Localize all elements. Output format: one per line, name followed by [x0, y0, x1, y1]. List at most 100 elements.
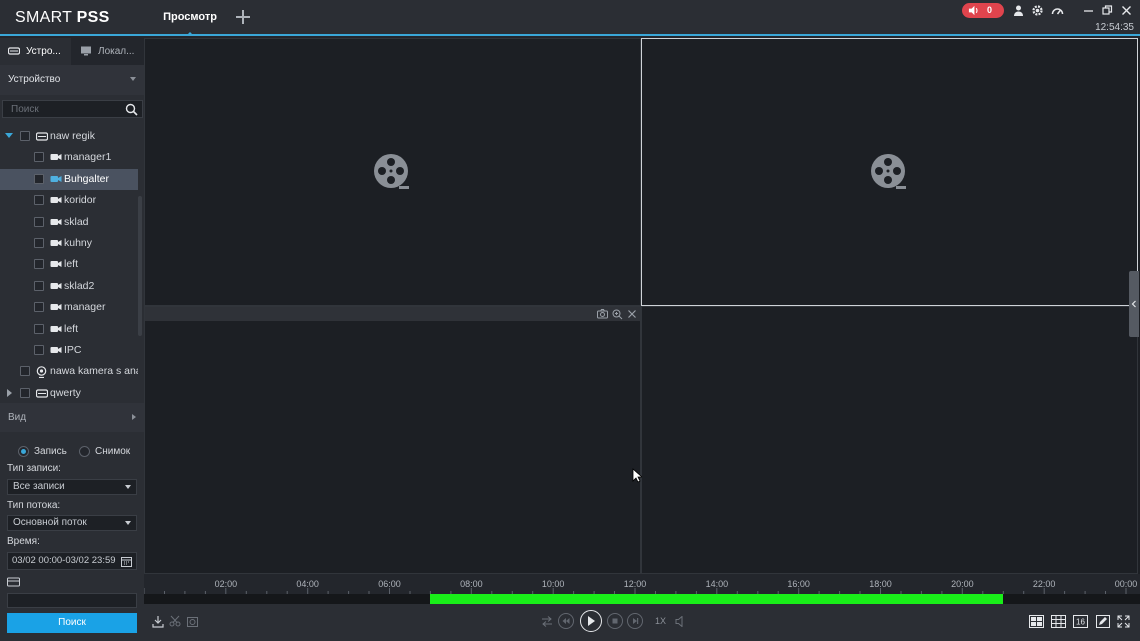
tab-preview[interactable]: Просмотр: [150, 0, 230, 36]
tree-channel[interactable]: manager: [0, 297, 138, 318]
tab-preview-label: Просмотр: [163, 11, 217, 23]
expand-arrow-icon[interactable]: [7, 388, 12, 397]
speedometer-icon[interactable]: [1051, 4, 1064, 17]
crop-icon[interactable]: [186, 615, 199, 628]
alarm-badge[interactable]: 0: [962, 3, 1004, 18]
video-pane-2[interactable]: [641, 38, 1138, 306]
tab-devices[interactable]: Устро...: [0, 38, 71, 65]
rewind-button[interactable]: [558, 613, 574, 629]
video-grid: [144, 38, 1140, 574]
zoom-icon[interactable]: [612, 309, 623, 320]
volume-icon[interactable]: [675, 616, 687, 627]
recording-track[interactable]: [144, 594, 1140, 604]
stream-type-select[interactable]: Основной поток: [7, 515, 137, 531]
device-section-header[interactable]: Устройство: [0, 65, 144, 95]
calendar-icon[interactable]: [121, 556, 132, 567]
tree-channel[interactable]: sklad: [0, 212, 138, 233]
tree-checkbox[interactable]: [20, 131, 30, 141]
tree-channel[interactable]: left: [0, 254, 138, 275]
tree-checkbox[interactable]: [34, 216, 44, 227]
search-input[interactable]: [3, 101, 121, 117]
tree-channel[interactable]: IPC: [0, 340, 138, 361]
timeline[interactable]: 02:00 04:00 06:00 08:00 10:00 12:00 14:00 16:00…: [144, 574, 1140, 604]
tab-local[interactable]: Локал...: [72, 38, 144, 65]
user-icon[interactable]: [1012, 4, 1025, 17]
view-section-header[interactable]: Вид: [0, 403, 144, 432]
restore-icon[interactable]: [1101, 4, 1114, 17]
tree-device[interactable]: qwerty: [0, 383, 138, 401]
minimize-icon[interactable]: [1082, 4, 1095, 17]
tree-checkbox[interactable]: [20, 366, 30, 377]
camera-icon: [50, 174, 62, 187]
stop-button[interactable]: [607, 613, 623, 629]
close-icon[interactable]: [1120, 4, 1133, 17]
tree-checkbox[interactable]: [34, 152, 44, 163]
tree-scrollbar[interactable]: [138, 196, 142, 336]
close-pane-icon[interactable]: [627, 309, 637, 319]
time-label: Время:: [7, 536, 40, 547]
device-icon: [35, 131, 49, 145]
layout-16-icon[interactable]: 16: [1073, 615, 1088, 628]
gear-icon[interactable]: [1031, 4, 1044, 17]
tree-checkbox[interactable]: [20, 387, 30, 398]
playback-speed[interactable]: 1X: [655, 616, 666, 626]
tree-checkbox[interactable]: [34, 173, 44, 184]
tree-channel[interactable]: sklad2: [0, 276, 138, 297]
tree-label: sklad2: [64, 279, 95, 292]
next-frame-button[interactable]: [627, 613, 643, 629]
view-section-title: Вид: [8, 412, 27, 423]
tree-checkbox[interactable]: [34, 195, 44, 206]
title-bar: SMART PSS Просмотр 0 12:54:35: [0, 0, 1140, 36]
tree-device[interactable]: naw regik: [0, 126, 138, 147]
tree-checkbox[interactable]: [34, 238, 44, 248]
sync-icon[interactable]: [541, 616, 553, 627]
tree-checkbox[interactable]: [34, 323, 44, 334]
search-icon[interactable]: [125, 103, 138, 116]
tree-channel[interactable]: koridor: [0, 190, 138, 211]
stream-type-value: Основной поток: [13, 517, 87, 528]
video-pane-1[interactable]: [144, 38, 641, 306]
video-pane-4[interactable]: [641, 306, 1138, 574]
layout-9-icon[interactable]: [1051, 615, 1066, 628]
pane-toolbar: [145, 307, 640, 321]
tree-channel[interactable]: left: [0, 319, 138, 340]
radio-record-label: Запись: [34, 446, 67, 457]
tree-checkbox[interactable]: [34, 302, 44, 313]
chevron-left-icon: [1131, 300, 1136, 308]
video-pane-3[interactable]: [144, 306, 641, 574]
speaker-icon: [968, 5, 978, 16]
search-button[interactable]: Поиск: [7, 613, 137, 633]
tree-checkbox[interactable]: [34, 345, 44, 355]
layout-4-icon[interactable]: [1029, 615, 1044, 628]
storage-icon[interactable]: [7, 577, 20, 587]
tree-checkbox[interactable]: [34, 280, 44, 291]
tree-checkbox[interactable]: [34, 259, 44, 270]
clock: 12:54:35: [1095, 22, 1134, 33]
tree-channel[interactable]: Buhgalter: [0, 168, 138, 190]
add-tab-icon[interactable]: [234, 8, 252, 26]
camera-icon: [50, 259, 62, 272]
custom-layout-icon[interactable]: [1096, 615, 1110, 628]
record-type-value: Все записи: [13, 481, 65, 492]
download-icon[interactable]: [152, 615, 164, 628]
tree-device[interactable]: nawa kamera s ana: [0, 361, 138, 382]
snapshot-icon[interactable]: [597, 309, 608, 319]
camera-icon: [50, 195, 62, 208]
tree-label: naw regik: [50, 130, 95, 142]
search-box: [2, 100, 143, 118]
stream-type-label: Тип потока:: [7, 500, 61, 511]
record-type-select[interactable]: Все записи: [7, 479, 137, 495]
expand-arrow-icon[interactable]: [5, 133, 13, 138]
time-range-field[interactable]: 03/02 00:00-03/02 23:59: [7, 552, 137, 570]
scissors-icon[interactable]: [169, 615, 181, 627]
tree-label: kuhny: [64, 237, 93, 249]
tree-channel[interactable]: manager1: [0, 147, 138, 168]
fullscreen-icon[interactable]: [1117, 615, 1130, 628]
tree-channel[interactable]: kuhny: [0, 233, 138, 254]
recording-segment[interactable]: [430, 594, 1004, 604]
collapse-panel-handle[interactable]: [1129, 271, 1139, 337]
tree-label: koridor: [64, 194, 97, 207]
play-button[interactable]: [580, 610, 602, 632]
device-field[interactable]: [7, 593, 137, 608]
tree-label: Buhgalter: [64, 172, 109, 185]
